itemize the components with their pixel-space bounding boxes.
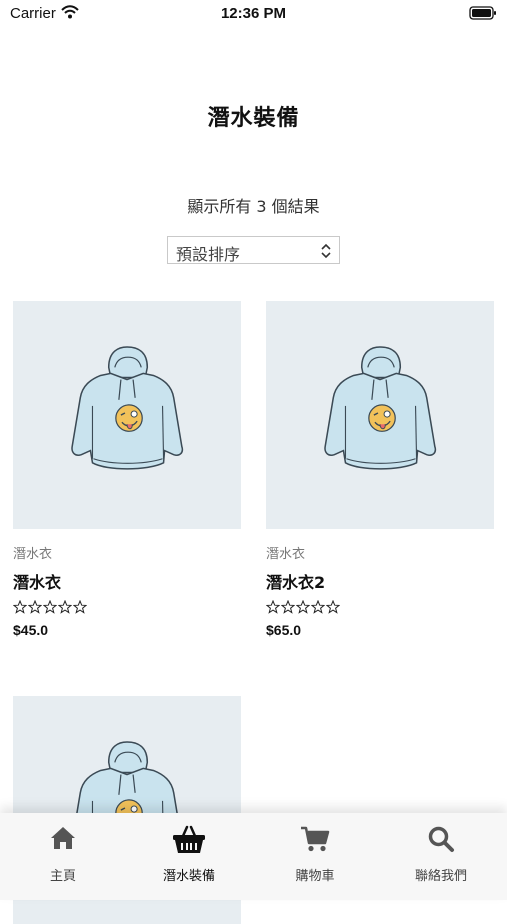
search-icon <box>378 825 504 855</box>
tab-bar: 主頁 潛水裝備 購物車 聯絡我們 <box>0 813 507 900</box>
battery-icon <box>469 6 497 25</box>
star-rating <box>13 599 91 618</box>
tab-home[interactable]: 主頁 <box>0 813 126 900</box>
tab-cart-label: 購物車 <box>295 869 335 884</box>
product-card[interactable]: 潛水衣 潛水衣2 $65.0 <box>266 301 494 638</box>
sort-select-value: 預設排序 <box>176 245 241 264</box>
tab-contact-label: 聯絡我們 <box>414 869 467 884</box>
page-title: 潛水裝備 <box>207 106 300 131</box>
hoodie-icon <box>66 345 188 477</box>
status-time: 12:36 PM <box>220 5 287 22</box>
product-category[interactable]: 潛水衣 <box>266 543 305 562</box>
tab-diving-gear-label: 潛水裝備 <box>162 869 215 884</box>
star-rating <box>266 599 344 618</box>
status-bar: Carrier 12:36 PM <box>0 0 507 28</box>
product-price: $65.0 <box>266 622 302 638</box>
tab-contact[interactable]: 聯絡我們 <box>378 813 504 900</box>
result-count: 顯示所有 3 個結果 <box>187 197 320 216</box>
product-price: $45.0 <box>13 622 49 638</box>
updown-chevron-icon <box>320 243 332 263</box>
product-image[interactable] <box>266 301 494 529</box>
tab-cart[interactable]: 購物車 <box>252 813 378 900</box>
product-name[interactable]: 潛水衣2 <box>266 569 325 593</box>
tab-diving-gear[interactable]: 潛水裝備 <box>126 813 252 900</box>
tab-home-label: 主頁 <box>49 869 76 884</box>
product-category[interactable]: 潛水衣 <box>13 543 52 562</box>
sort-select[interactable]: 預設排序 <box>167 236 340 264</box>
home-icon <box>0 825 126 855</box>
product-name[interactable]: 潛水衣 <box>13 569 61 593</box>
product-card[interactable]: 潛水衣 潛水衣 $45.0 <box>13 301 241 638</box>
cart-icon <box>252 825 378 855</box>
product-image[interactable] <box>13 301 241 529</box>
hoodie-icon <box>319 345 441 477</box>
basket-icon <box>126 825 252 855</box>
